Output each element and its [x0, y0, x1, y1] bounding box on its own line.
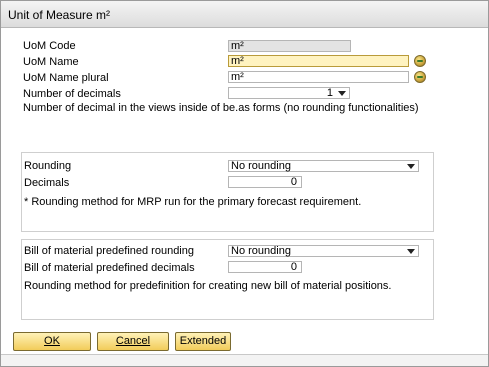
status-bar	[1, 354, 488, 366]
uom-name-field[interactable]: m²	[228, 55, 409, 67]
rounding-decimals-label: Decimals	[24, 177, 70, 189]
rounding-decimals-field[interactable]: 0	[228, 176, 302, 188]
chevron-down-icon	[407, 249, 415, 254]
ok-button[interactable]: OK	[13, 332, 91, 351]
rounding-value: No rounding	[231, 160, 291, 172]
bom-rounding-group: Bill of material predefined rounding No …	[21, 239, 434, 320]
window-title: Unit of Measure m²	[8, 8, 111, 22]
extended-button[interactable]: Extended	[175, 332, 231, 351]
rounding-select[interactable]: No rounding	[228, 160, 419, 172]
number-of-decimals-select[interactable]: 1	[228, 87, 350, 99]
chevron-down-icon	[338, 91, 346, 96]
link-arrow-icon[interactable]	[414, 55, 426, 67]
uom-name-plural-label: UoM Name plural	[23, 72, 109, 84]
rounding-label: Rounding	[24, 160, 72, 172]
decimals-note: Number of decimal in the views inside of…	[23, 102, 419, 114]
number-of-decimals-label: Number of decimals	[23, 88, 121, 100]
chevron-down-icon	[407, 164, 415, 169]
rounding-group: Rounding No rounding Decimals 0 * Roundi…	[21, 152, 434, 232]
cancel-button-label: Cancel	[115, 335, 151, 347]
bom-rounding-value: No rounding	[231, 245, 291, 257]
bom-note: Rounding method for predefinition for cr…	[24, 280, 392, 292]
bom-decimals-label: Bill of material predefined decimals	[24, 262, 195, 274]
uom-name-plural-field[interactable]: m²	[228, 71, 409, 83]
cancel-button[interactable]: Cancel	[97, 332, 169, 351]
uom-name-label: UoM Name	[23, 56, 79, 68]
bom-decimals-field[interactable]: 0	[228, 261, 302, 273]
uom-code-field: m²	[228, 40, 351, 52]
title-bar[interactable]: Unit of Measure m²	[1, 1, 488, 28]
number-of-decimals-value: 1	[326, 87, 333, 99]
rounding-note: * Rounding method for MRP run for the pr…	[24, 196, 362, 208]
extended-button-label: Extended	[179, 335, 227, 347]
uom-window: Unit of Measure m² UoM Code m² UoM Name …	[0, 0, 489, 367]
uom-code-label: UoM Code	[23, 40, 76, 52]
ok-button-label: OK	[44, 335, 60, 347]
bom-rounding-select[interactable]: No rounding	[228, 245, 419, 257]
link-arrow-icon[interactable]	[414, 71, 426, 83]
bom-rounding-label: Bill of material predefined rounding	[24, 245, 194, 257]
